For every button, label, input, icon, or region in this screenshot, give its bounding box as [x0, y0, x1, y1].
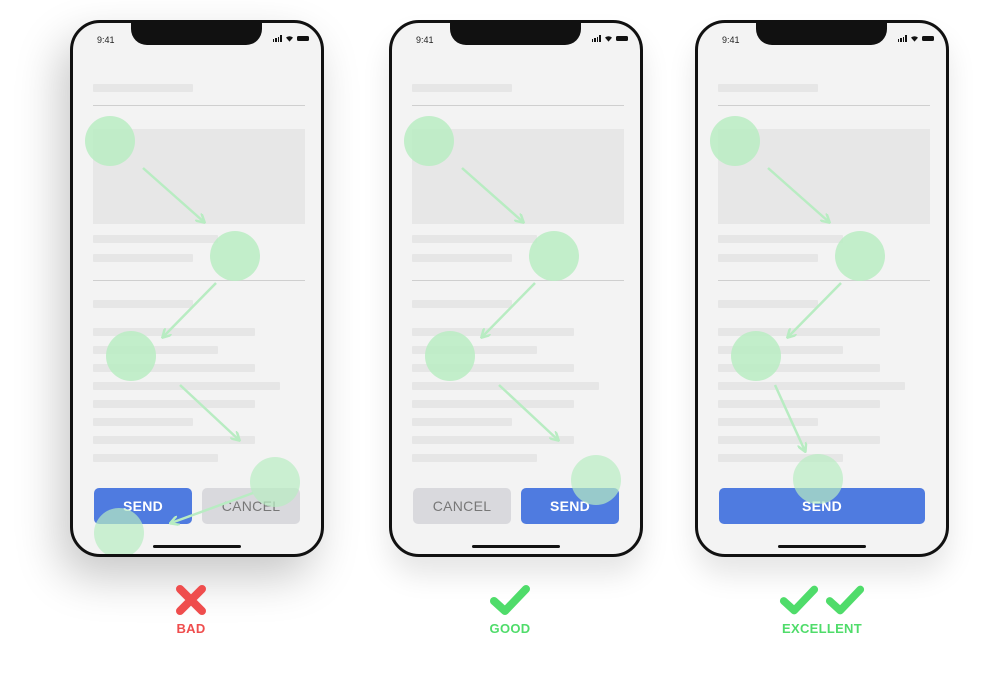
battery-icon	[616, 36, 628, 41]
notch	[131, 23, 262, 45]
arrow	[498, 384, 558, 440]
status-icons	[272, 35, 309, 42]
send-button[interactable]: SEND	[521, 488, 619, 524]
placeholder-line	[718, 235, 843, 243]
status-time: 9:41	[416, 35, 434, 45]
placeholder-line	[412, 418, 512, 426]
verdict-excellent: EXCELLENT	[778, 583, 866, 636]
wifi-icon	[286, 36, 293, 42]
placeholder-line	[93, 382, 280, 390]
placeholder-line	[718, 418, 818, 426]
placeholder-line	[718, 436, 880, 444]
placeholder-line	[93, 300, 193, 308]
placeholder-line	[412, 254, 512, 262]
wifi-icon	[605, 36, 612, 42]
placeholder-line	[93, 400, 255, 408]
notch	[756, 23, 887, 45]
placeholder-line	[93, 418, 193, 426]
placeholder-line	[718, 346, 843, 354]
placeholder-line	[93, 364, 255, 372]
signal-icon	[272, 35, 282, 42]
placeholder-line	[718, 300, 818, 308]
divider	[718, 105, 930, 106]
cross-icon	[176, 585, 206, 615]
divider	[412, 280, 624, 281]
phone-excellent: 9:41 SEND	[695, 20, 949, 557]
placeholder-line	[412, 400, 574, 408]
signal-icon	[591, 35, 601, 42]
home-indicator	[472, 545, 560, 548]
placeholder-line	[718, 382, 905, 390]
arrow	[179, 384, 239, 440]
placeholder-line	[412, 235, 537, 243]
verdict-good: GOOD	[488, 583, 532, 636]
placeholder-line	[718, 328, 880, 336]
wifi-icon	[911, 36, 918, 42]
divider	[93, 105, 305, 106]
placeholder-line	[93, 436, 255, 444]
verdict-label: EXCELLENT	[782, 621, 862, 636]
notch	[450, 23, 581, 45]
divider	[93, 280, 305, 281]
divider	[412, 105, 624, 106]
placeholder-line	[93, 235, 218, 243]
placeholder-line	[412, 346, 537, 354]
home-indicator	[153, 545, 241, 548]
touch-point	[425, 331, 475, 381]
placeholder-line	[718, 400, 880, 408]
placeholder-title	[93, 84, 193, 92]
signal-icon	[897, 35, 907, 42]
placeholder-line	[718, 454, 843, 462]
check-icon	[490, 585, 530, 615]
placeholder-line	[412, 328, 574, 336]
placeholder-image	[718, 129, 930, 224]
divider	[718, 280, 930, 281]
verdict-label: GOOD	[489, 621, 531, 636]
touch-point	[731, 331, 781, 381]
check-icon	[825, 585, 865, 615]
placeholder-image	[93, 129, 305, 224]
placeholder-image	[412, 129, 624, 224]
placeholder-line	[412, 364, 574, 372]
placeholder-line	[412, 454, 537, 462]
check-icon	[779, 585, 819, 615]
placeholder-line	[412, 300, 512, 308]
status-time: 9:41	[722, 35, 740, 45]
battery-icon	[297, 36, 309, 41]
placeholder-line	[93, 254, 193, 262]
placeholder-line	[718, 254, 818, 262]
send-button[interactable]: SEND	[719, 488, 925, 524]
placeholder-line	[93, 454, 218, 462]
placeholder-title	[718, 84, 818, 92]
verdict-label: BAD	[176, 621, 206, 636]
placeholder-line	[412, 382, 599, 390]
placeholder-title	[412, 84, 512, 92]
phone-bad: 9:41 SEND CANCEL	[70, 20, 324, 557]
status-time: 9:41	[97, 35, 115, 45]
thumb-path-overlay	[85, 116, 300, 554]
placeholder-line	[412, 436, 574, 444]
placeholder-line	[93, 346, 218, 354]
cancel-button[interactable]: CANCEL	[413, 488, 511, 524]
verdict-bad: BAD	[174, 583, 208, 636]
battery-icon	[922, 36, 934, 41]
send-button[interactable]: SEND	[94, 488, 192, 524]
status-icons	[591, 35, 628, 42]
thumb-path-overlay	[404, 116, 621, 505]
status-icons	[897, 35, 934, 42]
thumb-path-overlay	[710, 116, 885, 504]
placeholder-line	[718, 364, 880, 372]
home-indicator	[778, 545, 866, 548]
placeholder-line	[93, 328, 255, 336]
touch-point	[106, 331, 156, 381]
cancel-button[interactable]: CANCEL	[202, 488, 300, 524]
phone-good: 9:41 CANCEL SEND	[389, 20, 643, 557]
